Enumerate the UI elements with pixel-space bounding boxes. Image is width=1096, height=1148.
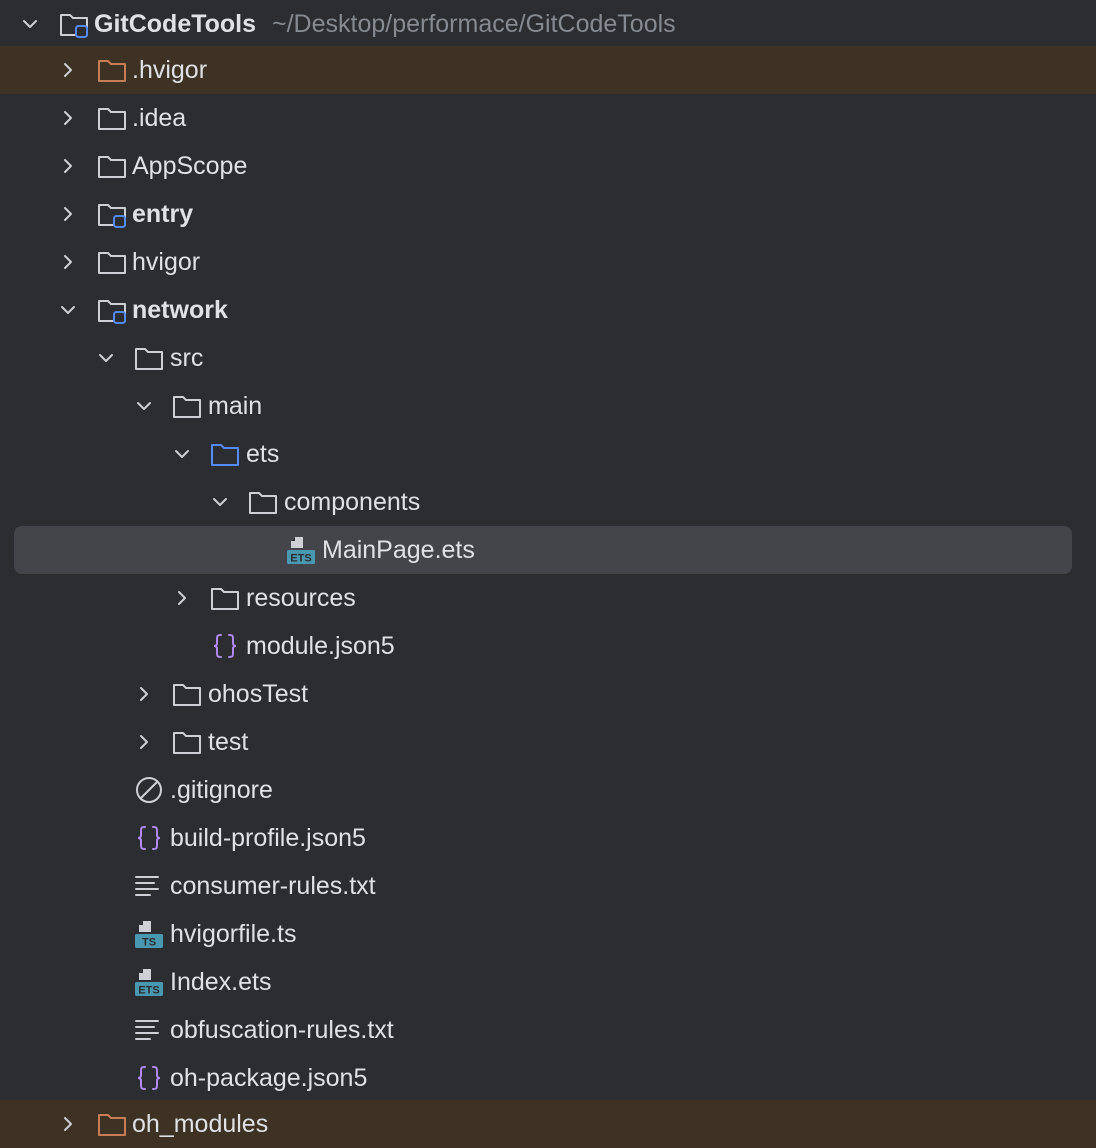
chevron-right-icon[interactable] [58, 156, 78, 176]
ets-file-icon: ETS [285, 534, 317, 566]
tree-item-label: components [284, 488, 421, 516]
tree-row-main[interactable]: main [0, 382, 1096, 430]
project-tree: GitCodeTools ~/Desktop/performace/GitCod… [0, 0, 1096, 1148]
chevron-right-icon[interactable] [58, 204, 78, 224]
tree-item-label: AppScope [132, 152, 248, 180]
tree-row-gitcodetools[interactable]: GitCodeTools ~/Desktop/performace/GitCod… [0, 0, 1096, 48]
folder-icon [133, 342, 165, 374]
tree-row-src[interactable]: src [0, 334, 1096, 382]
tree-row-ohostest[interactable]: ohosTest [0, 670, 1096, 718]
folder-icon [96, 102, 128, 134]
chevron-right-icon[interactable] [134, 732, 154, 752]
tree-item-label: Index.ets [170, 968, 272, 996]
tree-item-label: test [208, 728, 249, 756]
tree-item-label: entry [132, 200, 194, 228]
tree-item-label: hvigor [132, 248, 201, 276]
excluded-folder-icon [96, 54, 128, 86]
chevron-right-icon[interactable] [172, 588, 192, 608]
tree-row-idea[interactable]: .idea [0, 94, 1096, 142]
chevron-down-icon[interactable] [58, 300, 78, 320]
tree-item-label: src [170, 344, 204, 372]
chevron-down-icon[interactable] [210, 492, 230, 512]
json-file-icon [209, 630, 241, 662]
excluded-folder-icon [96, 1108, 128, 1140]
svg-text:ETS: ETS [138, 985, 159, 997]
svg-text:ETS: ETS [290, 553, 311, 565]
tree-row-components[interactable]: components [0, 478, 1096, 526]
tree-row-appscope[interactable]: AppScope [0, 142, 1096, 190]
ets-file-icon: ETS [133, 966, 165, 998]
folder-icon [96, 150, 128, 182]
folder-icon [247, 486, 279, 518]
json-file-icon [133, 822, 165, 854]
module-folder-icon [58, 8, 90, 40]
tree-item-label: ets [246, 440, 280, 468]
chevron-down-icon[interactable] [134, 396, 154, 416]
tree-row-build-profile-json5[interactable]: build-profile.json5 [0, 814, 1096, 862]
tree-row-index-ets[interactable]: ETS Index.ets [0, 958, 1096, 1006]
chevron-down-icon[interactable] [172, 444, 192, 464]
tree-row-hvigor[interactable]: hvigor [0, 238, 1096, 286]
tree-row-oh-modules[interactable]: oh_modules [0, 1100, 1096, 1148]
tree-item-label: GitCodeTools [94, 10, 257, 38]
tree-row-hvigor-hidden[interactable]: .hvigor [0, 46, 1096, 94]
tree-row-resources[interactable]: resources [0, 574, 1096, 622]
tree-item-label: network [132, 296, 228, 324]
folder-icon [171, 726, 203, 758]
text-file-icon [133, 870, 165, 902]
tree-item-label: consumer-rules.txt [170, 872, 376, 900]
tree-item-label: oh-package.json5 [170, 1064, 368, 1092]
folder-icon [171, 678, 203, 710]
tree-row-consumer-rules-txt[interactable]: consumer-rules.txt [0, 862, 1096, 910]
tree-row-ets[interactable]: ets [0, 430, 1096, 478]
svg-text:TS: TS [142, 937, 156, 949]
chevron-right-icon[interactable] [58, 60, 78, 80]
tree-row-oh-package-json5[interactable]: oh-package.json5 [0, 1054, 1096, 1102]
tree-item-label: .hvigor [132, 56, 208, 84]
project-path: ~/Desktop/performace/GitCodeTools [272, 10, 676, 38]
tree-row-gitignore[interactable]: .gitignore [0, 766, 1096, 814]
json-file-icon [133, 1062, 165, 1094]
ignore-file-icon [133, 774, 165, 806]
chevron-down-icon[interactable] [96, 348, 116, 368]
ts-file-icon: TS [133, 918, 165, 950]
tree-item-label: oh_modules [132, 1110, 269, 1138]
tree-item-label: MainPage.ets [322, 536, 475, 564]
chevron-right-icon[interactable] [58, 1114, 78, 1134]
tree-item-label: obfuscation-rules.txt [170, 1016, 394, 1044]
module-folder-icon [96, 198, 128, 230]
folder-icon [171, 390, 203, 422]
chevron-right-icon[interactable] [58, 108, 78, 128]
source-folder-icon [209, 438, 241, 470]
tree-item-label: ohosTest [208, 680, 309, 708]
folder-icon [209, 582, 241, 614]
tree-row-mainpage-ets[interactable]: ETS MainPage.ets [0, 526, 1096, 574]
tree-row-module-json5[interactable]: module.json5 [0, 622, 1096, 670]
tree-item-label: module.json5 [246, 632, 395, 660]
tree-item-label: resources [246, 584, 356, 612]
tree-row-network[interactable]: network [0, 286, 1096, 334]
chevron-right-icon[interactable] [58, 252, 78, 272]
tree-item-label: build-profile.json5 [170, 824, 366, 852]
chevron-right-icon[interactable] [134, 684, 154, 704]
tree-item-label: .gitignore [170, 776, 273, 804]
tree-row-hvigorfile-ts[interactable]: TS hvigorfile.ts [0, 910, 1096, 958]
text-file-icon [133, 1014, 165, 1046]
tree-row-entry[interactable]: entry [0, 190, 1096, 238]
folder-icon [96, 246, 128, 278]
tree-row-obfuscation-rules-txt[interactable]: obfuscation-rules.txt [0, 1006, 1096, 1054]
tree-item-label: hvigorfile.ts [170, 920, 297, 948]
chevron-down-icon[interactable] [20, 14, 40, 34]
tree-item-label: main [208, 392, 263, 420]
tree-item-label: .idea [132, 104, 187, 132]
tree-row-test[interactable]: test [0, 718, 1096, 766]
module-folder-icon [96, 294, 128, 326]
